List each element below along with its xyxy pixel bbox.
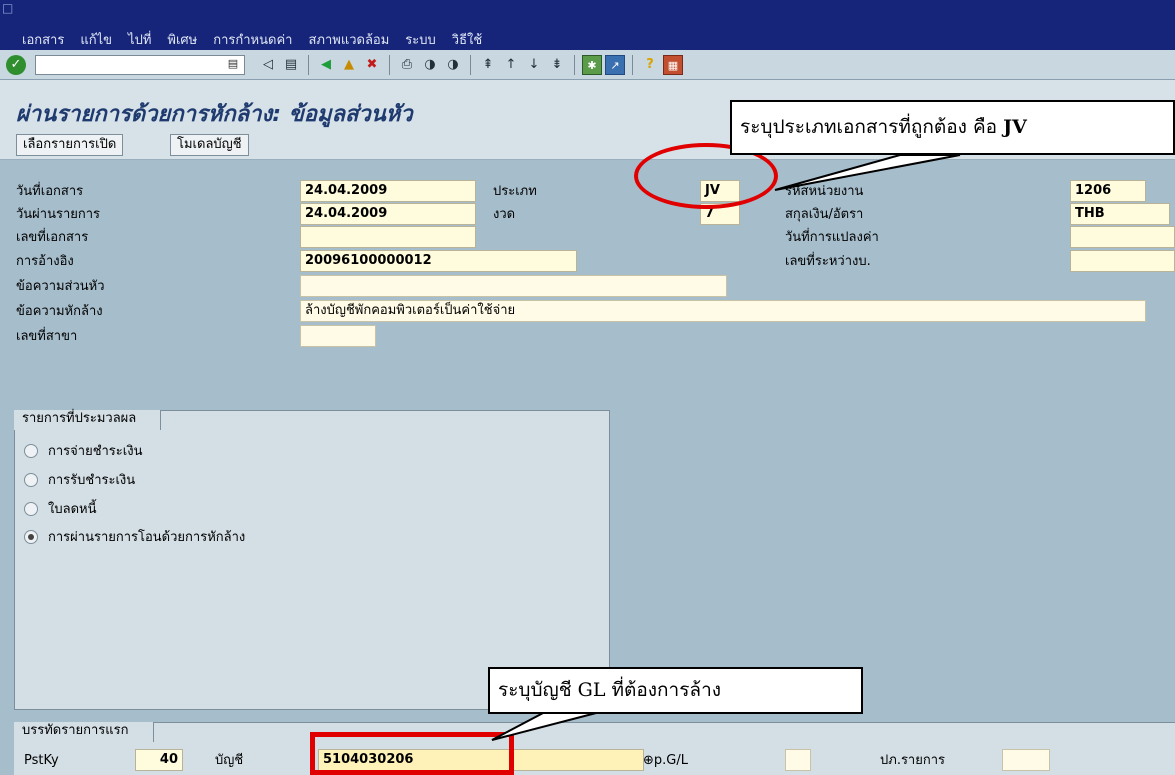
standard-toolbar: ✓ ▤ ◁ ▤ ◀ ▲ ✖ ⎙ ◑ ◑ ⇞ ↑ ↓ ⇟ ✱ ↗ ? ▦ [0, 50, 1175, 80]
currency-label: สกุลเงิน/อัตรา [785, 207, 864, 222]
radio-payment-label: การจ่ายชำระเงิน [48, 444, 143, 459]
radio-receipt[interactable]: การรับชำระเงิน [24, 469, 135, 490]
help-icon[interactable]: ? [640, 55, 660, 75]
callout-doc-type-bold: JV [1003, 116, 1027, 138]
first-page-icon[interactable]: ⇞ [478, 55, 498, 75]
radio-credit-memo-label: ใบลดหนี้ [48, 502, 97, 517]
radio-circle[interactable] [24, 472, 38, 487]
radio-circle[interactable] [24, 443, 38, 458]
back-icon[interactable]: ◀ [316, 55, 336, 75]
header-text-field[interactable] [300, 275, 727, 297]
doc-no-field[interactable] [300, 226, 476, 248]
doc-date-label: วันที่เอกสาร [16, 184, 84, 199]
back-arrow-icon[interactable]: ◁ [258, 55, 278, 75]
menu-environment[interactable]: สภาพแวดล้อม [308, 29, 389, 50]
gl-label: ⊕p.G/L [643, 750, 688, 772]
window-icon[interactable]: □ [2, 1, 16, 15]
menu-settings[interactable]: การกำหนดค่า [213, 29, 292, 50]
radio-transfer-posting[interactable]: การผ่านรายการโอนด้วยการหักล้าง [24, 526, 245, 547]
translation-date-field[interactable] [1070, 226, 1175, 248]
callout-doc-type-text: ระบุประเภทเอกสารที่ถูกต้อง คือ [740, 116, 998, 138]
transaction-group-title: รายการที่ประมวลผล [14, 410, 162, 430]
next-page-icon[interactable]: ↓ [524, 55, 544, 75]
doc-date-field[interactable]: 24.04.2009 [300, 180, 476, 202]
clearing-text-field[interactable]: ล้างบัญชีพักคอมพิวเตอร์เป็นค่าใช้จ่าย [300, 300, 1146, 322]
radio-circle[interactable] [24, 501, 38, 516]
print-icon[interactable]: ⎙ [397, 55, 417, 75]
company-code-field[interactable]: 1206 [1070, 180, 1146, 202]
account-model-button[interactable]: โมเดลบัญชี [170, 134, 249, 156]
doc-no-label: เลขที่เอกสาร [16, 230, 89, 245]
company-code-label: รหัสหน่วยงาน [785, 184, 864, 199]
menu-bar: □ เอกสาร แก้ไข ไปที่ พิเศษ การกำหนดค่า ส… [0, 0, 1175, 50]
item-type-label: ปภ.รายการ [880, 753, 946, 768]
toolbar-separator [470, 55, 471, 75]
find-icon[interactable]: ◑ [420, 55, 440, 75]
callout-doc-type: ระบุประเภทเอกสารที่ถูกต้อง คือ JV [730, 100, 1175, 155]
layout-icon[interactable]: ▦ [663, 55, 683, 75]
gl-help-icon[interactable]: ⊕ [643, 753, 654, 768]
header-text-label: ข้อความส่วนหัว [16, 279, 105, 294]
radio-receipt-label: การรับชำระเงิน [48, 473, 136, 488]
posting-date-field[interactable]: 24.04.2009 [300, 203, 476, 225]
doc-type-label: ประเภท [493, 184, 537, 199]
radio-credit-memo[interactable]: ใบลดหนี้ [24, 498, 96, 519]
command-field[interactable] [35, 55, 245, 75]
translation-date-label: วันที่การแปลงค่า [785, 230, 879, 245]
first-line-group-title: บรรทัดรายการแรก [14, 722, 154, 742]
branch-no-label: เลขที่สาขา [16, 329, 78, 344]
callout-account-text: ระบุบัญชี GL ที่ต้องการล้าง [498, 679, 722, 701]
branch-no-field[interactable] [300, 325, 376, 347]
menu-goto[interactable]: ไปที่ [128, 29, 151, 50]
toolbar-icons: ◁ ▤ ◀ ▲ ✖ ⎙ ◑ ◑ ⇞ ↑ ↓ ⇟ ✱ ↗ ? ▦ [258, 55, 683, 75]
posting-date-label: วันผ่านรายการ [16, 207, 101, 222]
radio-transfer-posting-label: การผ่านรายการโอนด้วยการหักล้าง [48, 530, 246, 545]
menu-help[interactable]: วิธีใช้ [452, 29, 482, 50]
exit-icon[interactable]: ▲ [339, 55, 359, 75]
cancel-icon[interactable]: ✖ [362, 55, 382, 75]
intercompany-field[interactable] [1070, 250, 1175, 272]
toolbar-separator [389, 55, 390, 75]
shortcut-icon[interactable]: ↗ [605, 55, 625, 75]
gl-indicator-field[interactable] [785, 749, 811, 771]
intercompany-label: เลขที่ระหว่างบ. [785, 254, 871, 269]
select-open-items-button[interactable]: เลือกรายการเปิด [16, 134, 124, 156]
highlight-rect [310, 732, 514, 775]
menu-extras[interactable]: พิเศษ [167, 29, 197, 50]
radio-circle-selected[interactable] [24, 529, 38, 544]
menu-items: เอกสาร แก้ไข ไปที่ พิเศษ การกำหนดค่า สภา… [22, 29, 482, 50]
radio-payment[interactable]: การจ่ายชำระเงิน [24, 440, 142, 461]
save-icon[interactable]: ▤ [281, 55, 301, 75]
toolbar-separator [574, 55, 575, 75]
item-type-field[interactable] [1002, 749, 1050, 771]
menu-document[interactable]: เอกสาร [22, 29, 64, 50]
pstky-label: PstKy [24, 753, 59, 768]
command-history-icon[interactable]: ▤ [226, 57, 240, 71]
last-page-icon[interactable]: ⇟ [547, 55, 567, 75]
enter-icon[interactable]: ✓ [6, 55, 26, 75]
menu-edit[interactable]: แก้ไข [80, 29, 112, 50]
create-session-icon[interactable]: ✱ [582, 55, 602, 75]
previous-page-icon[interactable]: ↑ [501, 55, 521, 75]
menu-system[interactable]: ระบบ [405, 29, 435, 50]
toolbar-separator [308, 55, 309, 75]
page-title: ผ่านรายการด้วยการหักล้าง: ข้อมูลส่วนหัว [16, 102, 413, 127]
reference-field[interactable]: 20096100000012 [300, 250, 577, 272]
gl-label-text: p.G/L [653, 753, 688, 768]
pstky-field[interactable]: 40 [135, 749, 183, 771]
reference-label: การอ้างอิง [16, 254, 74, 269]
find-next-icon[interactable]: ◑ [443, 55, 463, 75]
clearing-text-label: ข้อความหักล้าง [16, 304, 103, 319]
period-label: งวด [493, 207, 516, 222]
callout-account: ระบุบัญชี GL ที่ต้องการล้าง [488, 667, 863, 714]
currency-field[interactable]: THB [1070, 203, 1170, 225]
account-label: บัญชี [215, 753, 244, 768]
toolbar-separator [632, 55, 633, 75]
